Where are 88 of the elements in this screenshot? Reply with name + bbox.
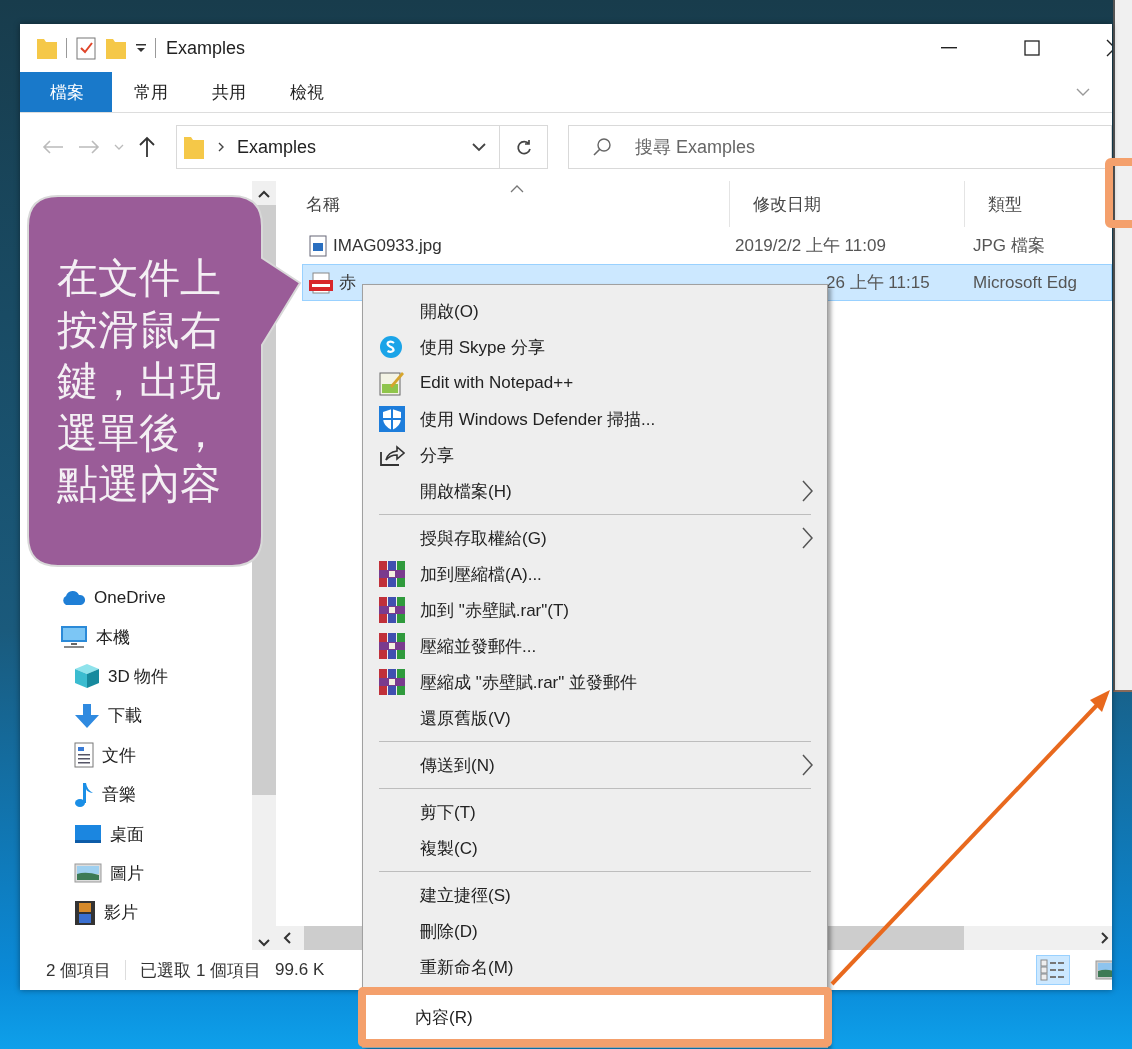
callout-text: 在文件上按滑鼠右鍵，出現選單後，點選內容 (57, 253, 222, 510)
address-bar[interactable]: Examples (176, 125, 548, 169)
ribbon-tab[interactable]: 常用 (112, 72, 190, 112)
nav-item[interactable]: 桌面 (20, 814, 252, 854)
film-icon (74, 899, 96, 926)
menu-item[interactable]: 開啟檔案(H) (363, 473, 827, 509)
share-icon (379, 444, 405, 466)
scroll-down-icon[interactable] (257, 938, 271, 948)
up-arrow-icon[interactable] (138, 136, 156, 158)
window-title: Examples (166, 37, 246, 59)
address-path: Examples (237, 136, 317, 158)
nav-item[interactable]: 下載 (20, 696, 252, 736)
column-header[interactable]: 類型 (965, 181, 1112, 227)
ribbon-tab[interactable]: 檢視 (268, 72, 346, 112)
nav-item[interactable]: 3D 物件 (20, 656, 252, 697)
file-type: Microsoft Edg (972, 272, 1078, 293)
maximize-icon (1023, 40, 1040, 56)
menu-item[interactable]: 重新命名(M) (363, 949, 827, 985)
menu-item[interactable]: 複製(C) (363, 830, 827, 866)
file-date: 26 上午 11:15 (826, 272, 930, 294)
archive-books-icon (379, 669, 405, 695)
menu-item[interactable]: 剪下(T) (363, 794, 827, 830)
desktop-icon (74, 824, 102, 845)
scroll-left-icon[interactable] (282, 931, 292, 945)
download-icon (74, 702, 100, 729)
document-icon (74, 742, 94, 769)
menu-item[interactable]: 傳送到(N) (363, 747, 827, 783)
nav-item[interactable]: 文件 (20, 735, 252, 775)
skype-icon (379, 335, 403, 359)
nav-item[interactable]: 本機 (20, 617, 252, 657)
menu-item[interactable]: 壓縮並發郵件... (363, 628, 827, 664)
menu-item[interactable]: 建立捷徑(S) (363, 877, 827, 913)
dropdown-icon[interactable] (135, 42, 147, 54)
folder-icon (183, 134, 205, 160)
menu-item[interactable]: 壓縮成 "赤壁賦.rar" 並發郵件 (363, 664, 827, 700)
ribbon-tab[interactable]: 共用 (190, 72, 268, 112)
search-icon (592, 137, 612, 157)
chevron-right-icon (801, 527, 813, 549)
nav-item[interactable]: OneDrive (20, 578, 252, 618)
column-header[interactable]: 修改日期 (730, 181, 965, 227)
status-text: 已選取 1 個項目 (140, 959, 262, 982)
nav-item[interactable]: 音樂 (20, 774, 252, 815)
minimize-icon (940, 47, 957, 49)
image-file-icon (309, 234, 327, 257)
menu-item[interactable]: 分享 (363, 437, 827, 473)
menu-item[interactable]: Edit with Notepad++ (363, 365, 827, 401)
pictures-icon (74, 863, 102, 884)
file-name: IMAG0933.jpg (333, 235, 442, 256)
details-view-button[interactable] (1036, 955, 1070, 985)
sort-caret-icon (510, 185, 524, 193)
large-icons-view-icon (1095, 960, 1112, 980)
nav-item[interactable]: 圖片 (20, 853, 252, 894)
music-note-icon (74, 780, 94, 809)
status-text: 99.6 K (275, 960, 325, 980)
cloud-icon (60, 589, 86, 606)
pdf-file-icon (309, 271, 333, 294)
menu-item[interactable]: 使用 Windows Defender 掃描... (363, 401, 827, 437)
cube-icon (74, 663, 100, 690)
scroll-up-icon[interactable] (257, 189, 271, 199)
chevron-right-icon (217, 141, 225, 153)
refresh-icon (515, 138, 532, 156)
scroll-right-icon[interactable] (1100, 931, 1110, 945)
chevron-right-icon (801, 480, 813, 502)
file-row[interactable]: IMAG0933.jpg 2019/2/2 上午 11:09 JPG 檔案 (302, 227, 1112, 264)
nav-item[interactable]: 影片 (20, 893, 252, 933)
search-field[interactable]: 搜尋 Examples (568, 125, 1112, 169)
menu-item[interactable]: 還原舊版(V) (363, 700, 827, 736)
file-name: 赤 (339, 272, 356, 294)
file-type: JPG 檔案 (972, 235, 1046, 257)
chevron-down-icon[interactable] (471, 142, 487, 152)
notepad-icon (379, 370, 405, 396)
column-header[interactable]: 名稱 (283, 181, 730, 227)
properties-checkmark-icon[interactable] (75, 36, 97, 60)
computer-icon (60, 625, 88, 650)
file-date: 2019/2/2 上午 11:09 (735, 235, 886, 257)
menu-item[interactable]: 刪除(D) (363, 913, 827, 949)
menu-item[interactable]: 加到 "赤壁賦.rar"(T) (363, 592, 827, 628)
menu-item[interactable]: 使用 Skype 分享 (363, 329, 827, 365)
menu-item[interactable]: 加到壓縮檔(A)... (363, 556, 827, 592)
shield-icon (379, 406, 405, 432)
archive-books-icon (379, 633, 405, 659)
chevron-right-icon (801, 754, 813, 776)
folder-icon (36, 36, 58, 60)
archive-books-icon (379, 561, 405, 587)
ribbon-tab[interactable]: 檔案 (20, 72, 112, 112)
status-text: 2 個項目 (46, 959, 112, 982)
archive-books-icon (379, 597, 405, 623)
menu-item[interactable]: 授與存取權給(G) (363, 520, 827, 556)
